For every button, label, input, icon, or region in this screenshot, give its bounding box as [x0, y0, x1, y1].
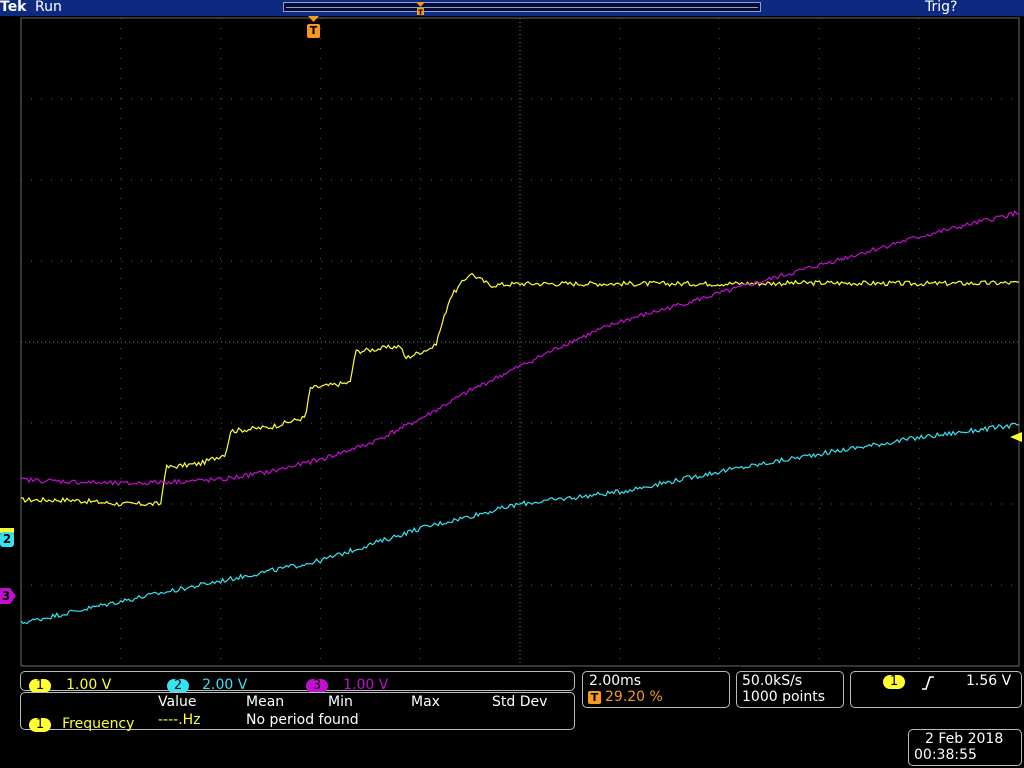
channel-2-scale[interactable]: 2 2.00 V: [167, 674, 247, 693]
channel-scale-panel: 1 1.00 V 2 2.00 V 3 1.00 V: [20, 671, 575, 693]
time-label: 00:38:55: [914, 747, 977, 763]
channel-3-trace: [20, 209, 1020, 486]
channel-2-badge: 2: [167, 679, 189, 693]
channel-2-ground-label: 2: [2, 532, 12, 546]
trigger-panel[interactable]: 1 1.56 V: [850, 671, 1022, 708]
record-length: 1000 points: [742, 689, 826, 705]
measurement-header-min: Min: [328, 694, 353, 710]
measurement-header-value: Value: [158, 694, 197, 710]
channel-1-badge: 1: [29, 679, 51, 693]
measurement-header-mean: Mean: [246, 694, 285, 710]
trigger-level-arrow-icon[interactable]: [1010, 428, 1022, 442]
channel-3-ground-label: 3: [1, 589, 11, 603]
measurement-value: ----.Hz: [158, 712, 201, 728]
channel-3-badge: 3: [306, 679, 328, 693]
waveform-traces: [20, 209, 1020, 625]
trigger-position-label: T: [309, 24, 318, 37]
channel-2-trace: [20, 422, 1019, 625]
measurement-header-max: Max: [411, 694, 440, 710]
rising-edge-icon: [921, 675, 935, 690]
channel-1-scale[interactable]: 1 1.00 V: [29, 674, 111, 693]
trigger-source-badge: 1: [883, 675, 905, 689]
datetime-panel: 2 Feb 2018 00:38:55: [908, 729, 1022, 766]
channel-1-trace: [20, 272, 1020, 507]
acquisition-panel[interactable]: 50.0kS/s 1000 points: [736, 671, 844, 708]
trigger-position-marker[interactable]: T: [306, 16, 321, 40]
channel-3-scale-value: 1.00 V: [343, 677, 389, 693]
trigger-t-icon: T: [588, 691, 601, 704]
sample-rate: 50.0kS/s: [742, 673, 803, 689]
channel-1-scale-value: 1.00 V: [66, 677, 112, 693]
measurement-note: No period found: [246, 712, 359, 728]
measurement-row[interactable]: 1 Frequency: [29, 713, 134, 732]
channel-2-scale-value: 2.00 V: [202, 677, 248, 693]
channel-1-ground-marker[interactable]: 2: [0, 528, 18, 548]
measurement-header-std-dev: Std Dev: [492, 694, 548, 710]
channel-3-scale[interactable]: 3 1.00 V: [306, 674, 388, 693]
measurements-panel[interactable]: Value Mean Min Max Std Dev 1 Frequency -…: [20, 692, 575, 732]
trigger-position-percent: 29.20 %: [605, 689, 663, 705]
waveform-display[interactable]: [0, 0, 1024, 670]
time-per-division: 2.00ms: [589, 673, 642, 689]
channel-3-ground-marker[interactable]: 3: [0, 587, 18, 605]
trigger-level: 1.56 V: [966, 673, 1012, 689]
date-label: 2 Feb 2018: [925, 731, 1004, 747]
horizontal-panel[interactable]: 2.00ms T 29.20 %: [582, 671, 730, 708]
graticule-grid: [20, 17, 1020, 667]
measurement-name: Frequency: [62, 716, 135, 732]
measurement-channel-badge: 1: [29, 718, 51, 732]
